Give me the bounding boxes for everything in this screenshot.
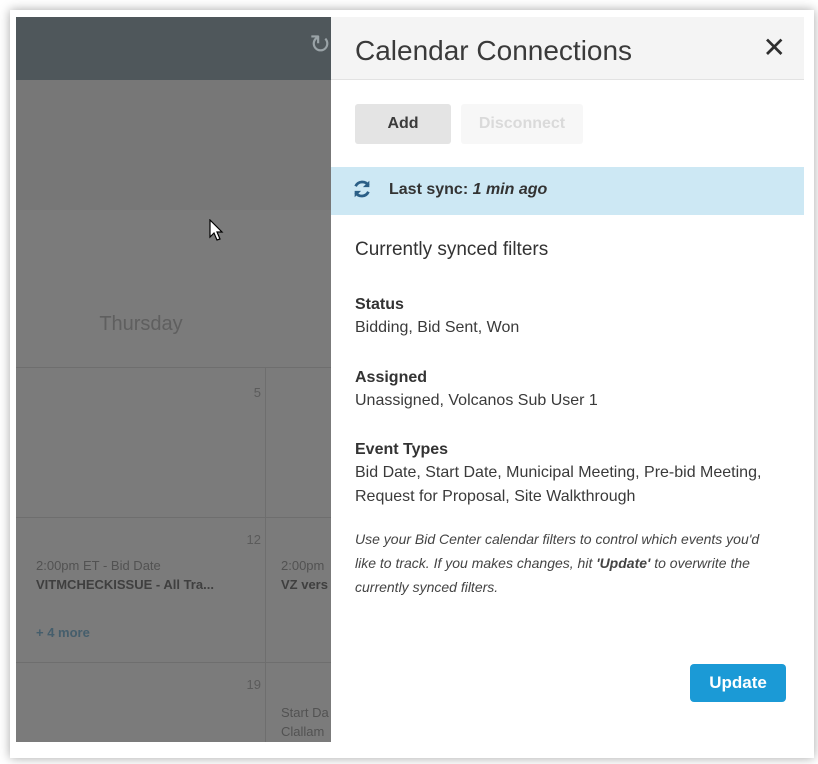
refresh-icon: ↻ <box>309 29 331 59</box>
panel-title: Calendar Connections <box>355 35 633 66</box>
filter-label-assigned: Assigned <box>355 369 428 386</box>
calendar-day-number: 12 <box>246 532 261 547</box>
calendar-event-title[interactable]: VZ vers <box>281 577 331 592</box>
filters-help-text: Use your Bid Center calendar filters to … <box>355 527 775 599</box>
sync-icon <box>354 180 370 198</box>
last-sync-label: Last sync: <box>389 181 469 198</box>
calendar-day-name: Thursday <box>99 313 183 335</box>
calendar-connections-panel: Calendar Connections ✕ Add Disconnect La… <box>331 17 804 758</box>
filter-value-status: Bidding, Bid Sent, Won <box>355 319 520 336</box>
calendar-row-divider <box>16 517 331 518</box>
filter-value-event-types: Bid Date, Start Date, Municipal Meeting,… <box>355 464 762 505</box>
calendar-event-time[interactable]: 2:00pm <box>281 558 331 573</box>
synced-filters-heading: Currently synced filters <box>355 239 549 260</box>
disconnect-button[interactable]: Disconnect <box>461 104 583 144</box>
last-sync-value: 1 min ago <box>472 181 548 198</box>
calendar-header: ↻ <box>16 17 331 80</box>
add-button[interactable]: Add <box>355 104 451 144</box>
last-sync-text: Last sync: 1 min ago <box>389 181 547 199</box>
calendar-event-time[interactable]: 2:00pm ET - Bid Date <box>36 558 261 573</box>
calendar-day-number: 19 <box>246 677 261 692</box>
mouse-cursor-icon <box>209 219 224 241</box>
calendar-event-title[interactable]: Clallam <box>281 724 331 739</box>
update-button[interactable]: Update <box>690 664 786 702</box>
calendar-row-divider <box>16 367 331 368</box>
sync-status-bar: Last sync: 1 min ago <box>331 167 804 215</box>
calendar-top-band <box>16 80 331 210</box>
calendar-event-title[interactable]: VITMCHECKISSUE - All Tra... <box>36 577 261 592</box>
filter-label-status: Status <box>355 296 404 313</box>
help-text-update-emphasis: 'Update' <box>596 555 651 571</box>
panel-header: Calendar Connections ✕ <box>331 17 804 80</box>
calendar-event-time[interactable]: Start Da <box>281 705 331 720</box>
calendar-row-divider <box>16 662 331 663</box>
calendar-column-divider <box>265 367 266 742</box>
filter-label-event-types: Event Types <box>355 441 449 458</box>
close-icon[interactable]: ✕ <box>763 33 786 63</box>
more-events-link[interactable]: + 4 more <box>36 625 90 640</box>
background-calendar: ↻ Thursday 5 12 19 2:00pm ET - Bid Date … <box>16 17 331 742</box>
calendar-day-number: 5 <box>253 385 261 400</box>
filter-value-assigned: Unassigned, Volcanos Sub User 1 <box>355 392 598 409</box>
